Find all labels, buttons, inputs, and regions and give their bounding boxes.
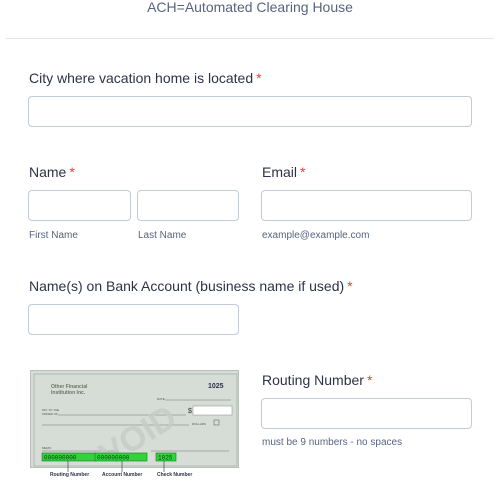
- routing-number-label: Routing Number *: [262, 372, 372, 388]
- routing-number-input[interactable]: [261, 398, 472, 429]
- bank-account-name-label: Name(s) on Bank Account (business name i…: [29, 278, 353, 294]
- name-label-text: Name: [29, 164, 67, 180]
- city-label-text: City where vacation home is located: [29, 70, 254, 86]
- required-marker: *: [300, 164, 306, 180]
- last-name-input[interactable]: [137, 190, 239, 221]
- sample-check-image: Other Financial Institution Inc. 1025 DA…: [30, 370, 240, 482]
- bank-account-name-label-text: Name(s) on Bank Account (business name i…: [29, 278, 345, 294]
- form-header-text: ACH=Automated Clearing House: [147, 0, 353, 15]
- check-dollars-label: DOLLARS: [192, 422, 206, 426]
- first-name-sublabel: First Name: [29, 230, 78, 241]
- check-pay-to-2: ORDER OF: [42, 412, 58, 416]
- check-dollar-sign: $: [188, 408, 192, 415]
- required-marker: *: [366, 372, 373, 388]
- caption-routing-number: Routing Number: [50, 472, 90, 478]
- check-memo-label: MEMO: [42, 446, 52, 450]
- email-input[interactable]: [261, 190, 472, 221]
- email-label: Email *: [262, 164, 305, 180]
- check-drawing: Other Financial Institution Inc. 1025 DA…: [33, 373, 238, 469]
- bank-account-name-input[interactable]: [28, 304, 239, 335]
- name-label: Name *: [29, 164, 75, 180]
- email-label-text: Email: [262, 164, 298, 180]
- caption-check-number: Check Number: [157, 472, 193, 478]
- city-label: City where vacation home is located *: [29, 70, 262, 86]
- required-marker: *: [69, 164, 75, 180]
- city-input[interactable]: [28, 96, 472, 127]
- check-number: 1025: [208, 383, 224, 390]
- routing-number-sublabel: must be 9 numbers - no spaces: [262, 437, 403, 448]
- required-marker: *: [347, 278, 353, 294]
- first-name-input[interactable]: [28, 190, 131, 221]
- check-lock-icon: [213, 419, 220, 426]
- header-divider: [6, 38, 494, 39]
- check-bank-name-2: Institution Inc.: [51, 390, 86, 396]
- caption-account-number: Account Number: [102, 472, 143, 478]
- routing-number-label-text: Routing Number: [262, 372, 364, 388]
- check-card: Other Financial Institution Inc. 1025 DA…: [30, 370, 239, 469]
- email-sublabel: example@example.com: [262, 230, 370, 241]
- required-marker: *: [256, 70, 262, 86]
- check-amount-box: [192, 405, 233, 416]
- last-name-sublabel: Last Name: [138, 230, 187, 241]
